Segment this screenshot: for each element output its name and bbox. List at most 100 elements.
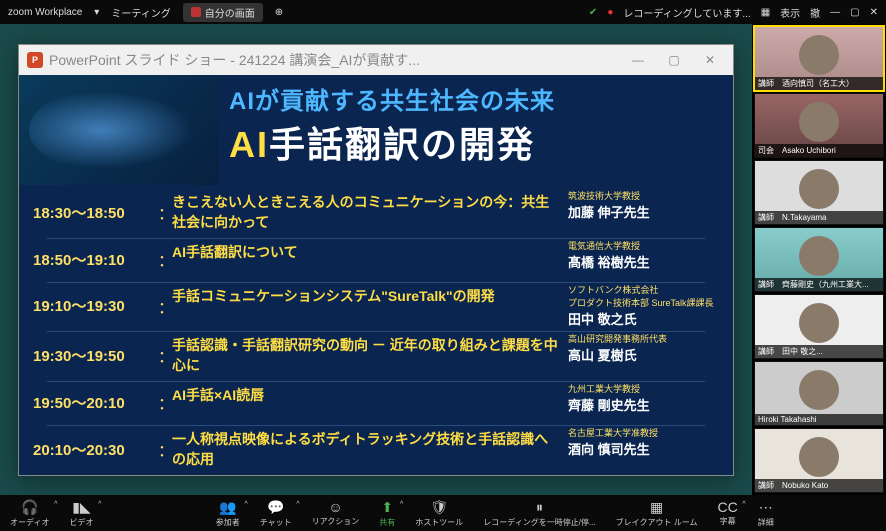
more-icon: ⋯	[759, 499, 773, 516]
captions-button[interactable]: CC字幕^	[707, 499, 747, 528]
slide-title: AI手話翻訳の開発	[229, 116, 723, 168]
speaker-name: 高山 夏樹氏	[568, 345, 719, 364]
participant-tile[interactable]: 講師 田中 敬之...	[754, 294, 884, 359]
grid-icon[interactable]: ▦	[761, 7, 770, 18]
share-icon: ⬆	[381, 499, 393, 516]
participant-name: 講師 田中 敬之...	[755, 345, 883, 358]
slide-graphic	[19, 75, 219, 185]
participant-tile[interactable]: 司会 Asako Uchibori	[754, 93, 884, 158]
reactions-button[interactable]: ☺リアクション	[302, 499, 370, 528]
session-title: AI手話×AI読唇	[172, 385, 558, 405]
avatar	[799, 437, 839, 477]
slide-subtitle: AIが貢献する共生社会の未来	[229, 81, 723, 116]
topbar-right: ✔ ● レコーディングしています... ▦ 表示 撤 — ▢ ✕	[589, 5, 878, 20]
record-icon: ●	[607, 7, 613, 18]
powerpoint-icon: P	[27, 52, 43, 68]
participant-name: 司会 Asako Uchibori	[755, 144, 883, 157]
speaker-affiliation: 電気通信大学教授	[568, 239, 719, 252]
ppt-close-button[interactable]: ✕	[695, 53, 725, 67]
add-tab-button[interactable]: ⊕	[275, 7, 283, 18]
avatar	[799, 236, 839, 276]
video-button[interactable]: ▮◣ビデオ^	[59, 499, 103, 528]
chat-icon: 💬	[267, 499, 284, 516]
pause-recording-button[interactable]: ⏸レコーディングを一時停止/停...	[473, 499, 605, 528]
schedule-row: 20:10～20:30：一人称視点映像によるボディトラッキング技術と手話認識への…	[33, 426, 719, 472]
participant-tile[interactable]: 講師 Nobuko Kato	[754, 428, 884, 493]
window-maximize-button[interactable]: ▢	[850, 7, 859, 18]
avatar	[799, 303, 839, 343]
session-title: きこえない人ときこえる人のコミュニケーションの今：共生社会に向かって	[172, 192, 558, 232]
window-minimize-button[interactable]: —	[830, 7, 840, 18]
shield-icon: 🛡	[430, 499, 448, 516]
schedule-row: 18:30～18:50：きこえない人ときこえる人のコミュニケーションの今：共生社…	[33, 189, 719, 235]
session-title: 一人称視点映像によるボディトラッキング技術と手話認識への応用	[172, 429, 558, 469]
app-topbar: zoom Workplace ▾ ミーティング 自分の画面 ⊕ ✔ ● レコーデ…	[0, 0, 886, 24]
meeting-label[interactable]: ミーティング	[111, 5, 170, 20]
powerpoint-window: P PowerPoint スライド ショー - 241224 講演会_AIが貢献…	[18, 44, 734, 476]
session-time: 18:30～18:50	[33, 189, 158, 235]
speaker-name: 加藤 伸子先生	[568, 202, 719, 221]
speaker-affiliation: ソフトバンク株式会社プロダクト技術本部 SureTalk課課長	[568, 283, 719, 309]
session-time: 20:10～20:30	[33, 426, 158, 472]
speaker-name: 髙橋 裕樹先生	[568, 252, 719, 271]
smile-icon: ☺	[328, 499, 342, 515]
chat-button[interactable]: 💬チャット^	[250, 499, 302, 528]
speaker-affiliation: 筑波技術大学教授	[568, 189, 719, 202]
ppt-title: PowerPoint スライド ショー - 241224 講演会_AIが貢献す.…	[49, 50, 420, 70]
tab-thumbnail-icon	[191, 7, 201, 17]
speaker-affiliation: 九州工業大学教授	[568, 382, 719, 395]
topbar-left: zoom Workplace ▾ ミーティング 自分の画面 ⊕	[8, 3, 283, 22]
schedule-row: 19:50～20:10：AI手話×AI読唇九州工業大学教授齊藤 剛史先生	[33, 382, 719, 422]
secure-icon: ✔	[589, 7, 597, 18]
schedule-row: 18:50～19:10：AI手話翻訳について電気通信大学教授髙橋 裕樹先生	[33, 239, 719, 279]
more-button[interactable]: ⋯詳細	[748, 499, 784, 528]
speaker-affiliation: 高山研究開発事務所代表	[568, 332, 719, 345]
session-time: 19:30～19:50	[33, 332, 158, 378]
session-time: 19:10～19:30	[33, 283, 158, 328]
participant-name: 講師 N.Takayama	[755, 211, 883, 224]
participant-name: Hiroki Takahashi	[755, 414, 883, 425]
ppt-titlebar: P PowerPoint スライド ショー - 241224 講演会_AIが貢献…	[19, 45, 733, 75]
audio-button[interactable]: 🎧オーディオ^	[0, 499, 59, 528]
participant-tile[interactable]: 講師 齊藤剛史（九州工業大...	[754, 227, 884, 292]
meeting-toolbar: 🎧オーディオ^ ▮◣ビデオ^ 👥参加者^ 💬チャット^ ☺リアクション ⬆共有^…	[0, 495, 886, 531]
participants-button[interactable]: 👥参加者^	[206, 499, 250, 528]
breakout-button[interactable]: ▦ブレイクアウト ルーム	[606, 499, 708, 528]
avatar	[799, 102, 839, 142]
ppt-minimize-button[interactable]: —	[623, 53, 653, 67]
host-tools-button[interactable]: 🛡ホストツール	[405, 499, 473, 528]
participant-tile[interactable]: 講師 N.Takayama	[754, 160, 884, 225]
people-icon: 👥	[219, 499, 236, 516]
session-title: 手話コミュニケーションシステム"SureTalk"の開発	[172, 286, 558, 306]
window-close-button[interactable]: ✕	[870, 7, 878, 18]
app-name: zoom Workplace	[8, 7, 82, 18]
participant-panel: 講師 酒向慎司（名工大） 司会 Asako Uchibori 講師 N.Takaya…	[752, 24, 886, 495]
speaker-affiliation: 名古屋工業大学准教授	[568, 426, 719, 439]
session-title: 手話認識・手話翻訳研究の動向 － 近年の取り組みと課題を中心に	[172, 335, 558, 375]
session-time: 19:50～20:10	[33, 382, 158, 422]
slide-content: AIが貢献する共生社会の未来 AI手話翻訳の開発 18:30～18:50：きこえ…	[19, 75, 733, 475]
screen-tab[interactable]: 自分の画面	[183, 3, 263, 22]
participant-tile[interactable]: 講師 酒向慎司（名工大）	[754, 26, 884, 91]
participant-name: 講師 酒向慎司（名工大）	[755, 77, 883, 90]
ppt-maximize-button[interactable]: ▢	[659, 53, 689, 67]
schedule-table: 18:30～18:50：きこえない人ときこえる人のコミュニケーションの今：共生社…	[19, 185, 733, 472]
main-area: P PowerPoint スライド ショー - 241224 講演会_AIが貢献…	[0, 24, 886, 495]
avatar	[799, 169, 839, 209]
tools-label[interactable]: 撤	[810, 5, 820, 20]
avatar	[799, 35, 839, 75]
speaker-name: 齊藤 剛史先生	[568, 395, 719, 414]
session-time: 18:50～19:10	[33, 239, 158, 279]
participant-tile[interactable]: Hiroki Takahashi	[754, 361, 884, 426]
share-button[interactable]: ⬆共有^	[369, 499, 405, 528]
tab-label: 自分の画面	[205, 5, 255, 20]
cc-icon: CC	[717, 499, 737, 515]
participant-name: 講師 齊藤剛史（九州工業大...	[755, 278, 883, 291]
avatar	[799, 370, 839, 410]
speaker-name: 田中 敬之氏	[568, 309, 719, 328]
shared-screen-stage: P PowerPoint スライド ショー - 241224 講演会_AIが貢献…	[0, 24, 752, 495]
schedule-row: 19:30～19:50：手話認識・手話翻訳研究の動向 － 近年の取り組みと課題を…	[33, 332, 719, 378]
headphones-icon: 🎧	[21, 499, 38, 516]
display-label[interactable]: 表示	[780, 5, 800, 20]
dropdown-caret-icon[interactable]: ▾	[94, 7, 99, 18]
